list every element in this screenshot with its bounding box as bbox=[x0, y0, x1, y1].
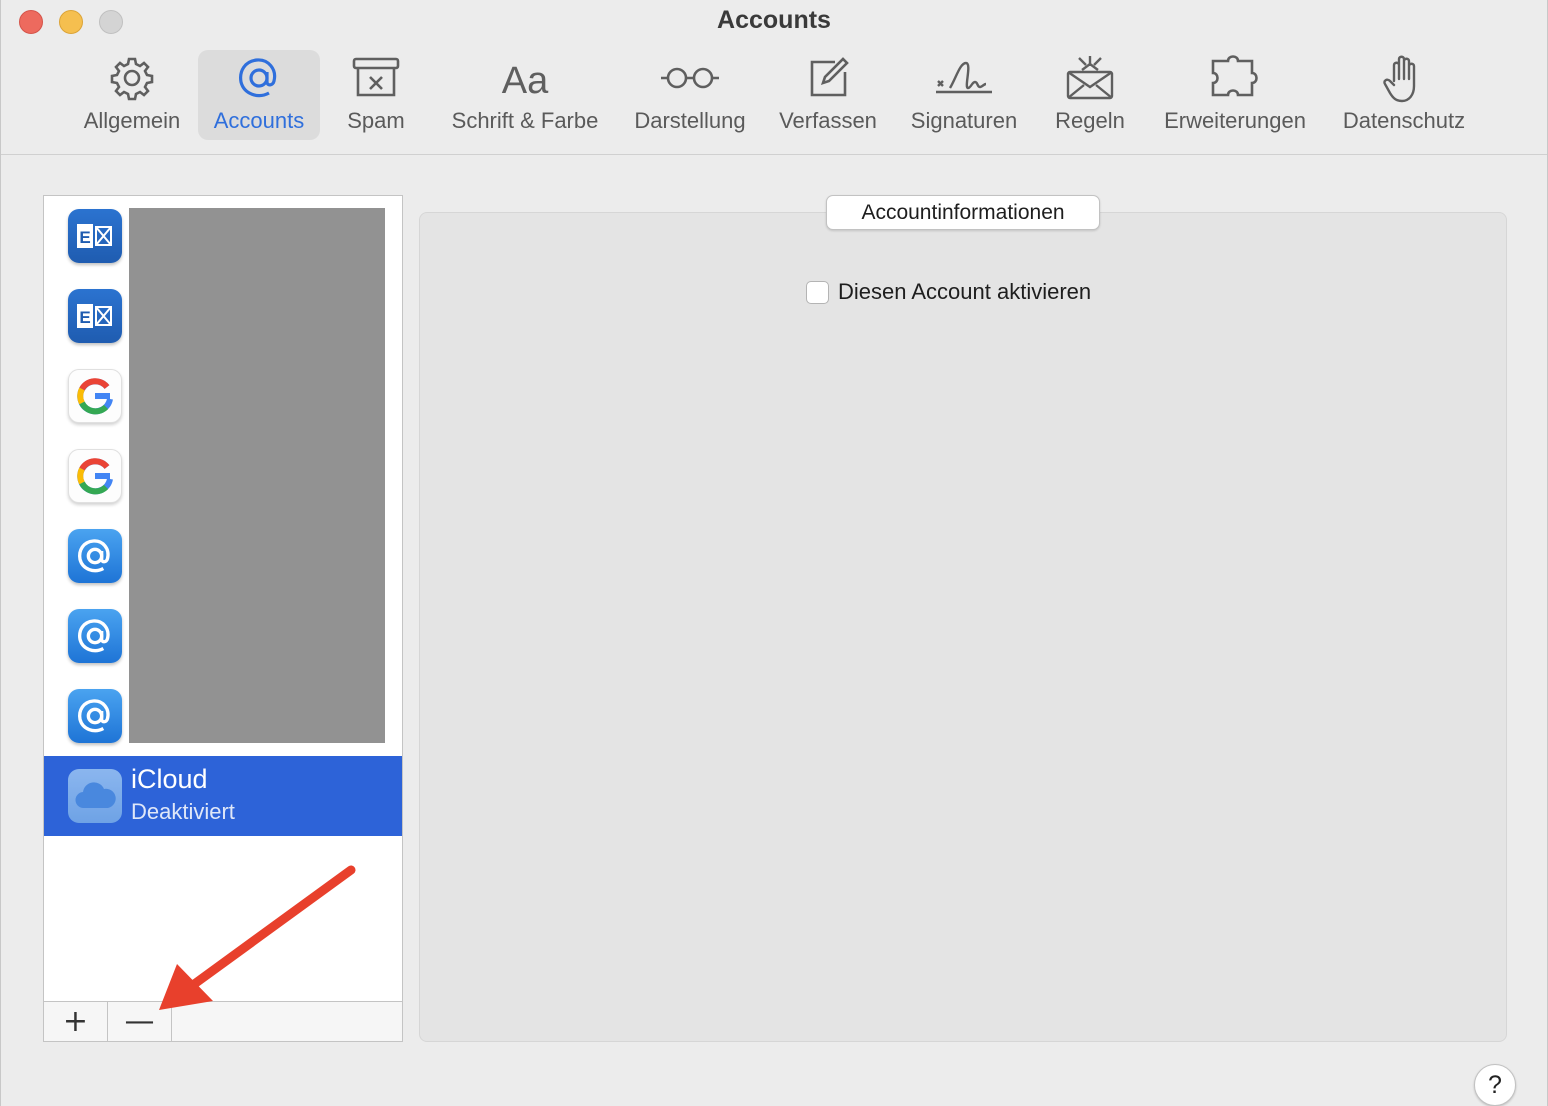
tab-label: Darstellung bbox=[634, 108, 746, 133]
tab-label: Verfassen bbox=[779, 108, 877, 133]
signature-icon bbox=[932, 50, 996, 106]
tab-label: Regeln bbox=[1055, 108, 1125, 133]
glasses-icon bbox=[658, 50, 722, 106]
tab-allgemein[interactable]: Allgemein bbox=[77, 50, 187, 140]
junk-tray-icon bbox=[351, 50, 401, 106]
account-row-icloud[interactable]: iCloud Deaktiviert bbox=[44, 756, 402, 836]
puzzle-icon bbox=[1208, 50, 1262, 106]
tab-spam[interactable]: Spam bbox=[336, 50, 416, 140]
enable-account-row[interactable]: Diesen Account aktivieren bbox=[806, 279, 1091, 305]
tab-label: Accounts bbox=[213, 108, 305, 133]
compose-icon bbox=[805, 50, 851, 106]
svg-text:E: E bbox=[79, 308, 90, 327]
account-detail-panel bbox=[419, 212, 1507, 1042]
rules-envelope-icon bbox=[1063, 50, 1117, 106]
google-icon bbox=[68, 369, 122, 423]
help-button[interactable]: ? bbox=[1474, 1064, 1516, 1106]
tab-schrift-farbe[interactable]: Aa Schrift & Farbe bbox=[439, 50, 611, 140]
window-title: Accounts bbox=[717, 6, 831, 34]
add-account-button[interactable]: + bbox=[44, 1002, 108, 1041]
enable-account-checkbox[interactable] bbox=[806, 280, 829, 304]
mail-at-icon bbox=[68, 609, 122, 663]
remove-account-button[interactable]: — bbox=[108, 1002, 172, 1041]
tab-datenschutz[interactable]: Datenschutz bbox=[1331, 50, 1477, 140]
tab-accounts[interactable]: Accounts bbox=[198, 50, 320, 140]
font-icon: Aa bbox=[497, 50, 553, 106]
tab-label: Allgemein bbox=[83, 108, 181, 133]
tab-label: Schrift & Farbe bbox=[451, 108, 599, 133]
tab-label: Erweiterungen bbox=[1164, 108, 1306, 133]
tab-erweiterungen[interactable]: Erweiterungen bbox=[1153, 50, 1317, 140]
svg-text:E: E bbox=[79, 228, 90, 247]
titlebar: Accounts Allgemein Accounts Spam Aa Schr… bbox=[1, 0, 1547, 155]
tab-signaturen[interactable]: Signaturen bbox=[899, 50, 1029, 140]
at-icon bbox=[235, 50, 283, 106]
google-icon bbox=[68, 449, 122, 503]
tab-darstellung[interactable]: Darstellung bbox=[623, 50, 757, 140]
list-footer: + — bbox=[44, 1001, 402, 1041]
tab-label: Signaturen bbox=[910, 108, 1018, 133]
enable-account-label: Diesen Account aktivieren bbox=[838, 279, 1092, 304]
exchange-icon: E bbox=[68, 209, 122, 263]
account-list: E E iCloud Deaktiviert + — bbox=[43, 195, 403, 1042]
tab-label: Spam bbox=[347, 108, 405, 133]
tab-label: Datenschutz bbox=[1342, 108, 1466, 133]
icloud-icon bbox=[68, 769, 122, 823]
tab-regeln[interactable]: Regeln bbox=[1046, 50, 1134, 140]
mail-at-icon bbox=[68, 689, 122, 743]
tab-verfassen[interactable]: Verfassen bbox=[769, 50, 887, 140]
preferences-window: Accounts Allgemein Accounts Spam Aa Schr… bbox=[0, 0, 1548, 1106]
account-status: Deaktiviert bbox=[131, 799, 235, 824]
hand-icon bbox=[1382, 50, 1426, 106]
tab-accountinformationen[interactable]: Accountinformationen bbox=[826, 195, 1100, 230]
svg-text:Aa: Aa bbox=[502, 60, 549, 101]
exchange-icon: E bbox=[68, 289, 122, 343]
account-name: iCloud bbox=[131, 764, 208, 794]
mail-at-icon bbox=[68, 529, 122, 583]
gear-icon bbox=[109, 50, 155, 106]
redacted-account-names bbox=[129, 208, 385, 743]
